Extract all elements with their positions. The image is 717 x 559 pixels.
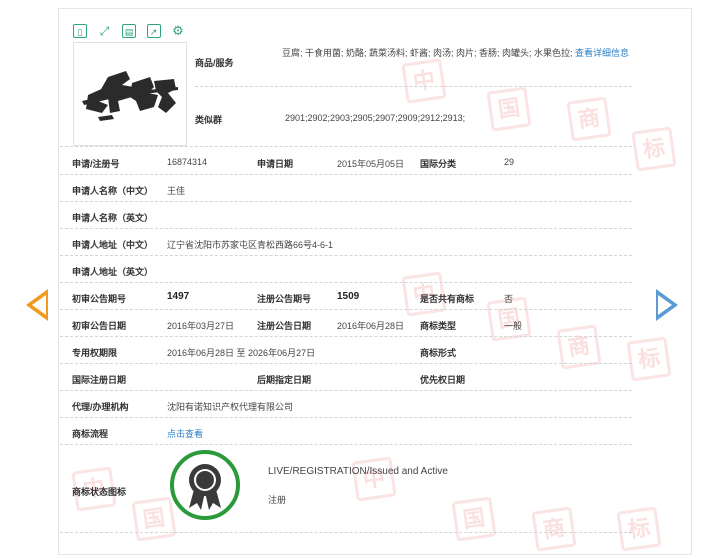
goods-value: 豆腐; 干食用菌; 奶酪; 蔬菜汤料; 虾酱; 肉汤; 肉片; 香肠; 肉罐头;…	[282, 42, 632, 64]
next-arrow-icon[interactable]	[656, 289, 678, 321]
divider	[60, 201, 632, 202]
divider	[60, 390, 632, 391]
similar-group-label: 类似群	[195, 115, 223, 125]
apply-date-label: 申请日期	[257, 159, 294, 169]
exclusive-period-label: 专用权期限	[72, 348, 118, 358]
trademark-image	[73, 42, 187, 146]
watermark: 国	[451, 496, 497, 542]
address-cn-value: 辽宁省沈阳市苏家屯区青松西路66号4-6-1	[167, 240, 334, 250]
later-date-label: 后期指定日期	[257, 375, 312, 385]
process-link[interactable]: 点击查看	[167, 427, 203, 440]
award-ribbon-icon	[189, 464, 221, 510]
address-en-label: 申请人地址（英文）	[72, 267, 154, 277]
watermark: 中	[401, 58, 447, 104]
priority-date-label: 优先权日期	[420, 375, 466, 385]
prelim-date-value: 2016年03月27日	[167, 321, 235, 331]
divider	[195, 86, 632, 87]
status-cn: 注册	[268, 495, 287, 505]
divider	[60, 363, 632, 364]
goods-text: 豆腐; 干食用菌; 奶酪; 蔬菜汤料; 虾酱; 肉汤; 肉片; 香肠; 肉罐头;…	[282, 48, 573, 58]
divider	[60, 417, 632, 418]
prelim-date-label: 初审公告日期	[72, 321, 127, 331]
trademark-logo	[82, 71, 178, 121]
prelim-issue-label: 初审公告期号	[72, 294, 127, 304]
tm-form-label: 商标形式	[420, 348, 457, 358]
divider	[60, 444, 632, 445]
divider	[60, 309, 632, 310]
goods-more-link[interactable]: 查看详细信息	[575, 48, 629, 58]
watermark: 标	[616, 506, 662, 552]
apply-date-value: 2015年05月05日	[337, 159, 405, 169]
divider	[60, 282, 632, 283]
divider	[60, 146, 632, 147]
divider	[60, 228, 632, 229]
agent-label: 代理/办理机构	[72, 402, 129, 412]
address-cn-label: 申请人地址（中文）	[72, 240, 154, 250]
applicant-cn-label: 申请人名称（中文）	[72, 186, 154, 196]
watermark: 国	[131, 496, 177, 542]
reg-no-value: 16874314	[167, 157, 208, 167]
exclusive-period-value: 2016年06月28日 至 2026年06月27日	[167, 348, 316, 358]
save-icon[interactable]: ▤	[122, 24, 136, 38]
watermark: 标	[626, 336, 672, 382]
shared-value: 否	[504, 294, 514, 304]
applicant-en-label: 申请人名称（英文）	[72, 213, 154, 223]
status-label: 商标状态图标	[72, 487, 127, 497]
tm-type-label: 商标类型	[420, 321, 457, 331]
reg-issue-label: 注册公告期号	[257, 294, 312, 304]
agent-value: 沈阳有诺知识产权代理有限公司	[167, 402, 294, 412]
intl-reg-date-label: 国际注册日期	[72, 375, 127, 385]
watermark: 商	[531, 506, 577, 552]
watermark: 标	[631, 126, 677, 172]
previous-arrow-icon[interactable]	[26, 289, 48, 321]
copy-icon[interactable]: ▯	[73, 24, 87, 38]
reg-date-label: 注册公告日期	[257, 321, 312, 331]
divider	[60, 174, 632, 175]
watermark: 商	[566, 96, 612, 142]
shared-label: 是否共有商标	[420, 294, 475, 304]
prelim-issue-value: 1497	[167, 291, 190, 302]
export-icon[interactable]: ↗	[146, 24, 161, 38]
watermark: 中	[351, 456, 397, 502]
expand-icon[interactable]: ⤢	[98, 24, 112, 38]
status-en: LIVE/REGISTRATION/Issued and Active	[268, 466, 448, 477]
divider	[60, 255, 632, 256]
reg-no-label: 申请/注册号	[72, 159, 120, 169]
divider	[60, 532, 632, 533]
divider	[60, 336, 632, 337]
intl-class-label: 国际分类	[420, 159, 457, 169]
settings-icon[interactable]: ⚙	[171, 24, 185, 38]
intl-class-value: 29	[504, 157, 515, 167]
similar-group-value: 2901;2902;2903;2905;2907;2909;2912;2913;	[285, 113, 466, 123]
goods-label: 商品/服务	[195, 58, 234, 68]
applicant-cn-value: 王佳	[167, 186, 186, 196]
watermark: 国	[486, 86, 532, 132]
reg-date-value: 2016年06月28日	[337, 321, 405, 331]
tm-type-value: 一般	[504, 321, 523, 331]
reg-issue-value: 1509	[337, 291, 360, 302]
image-toolbar: ▯ ⤢ ▤ ↗ ⚙	[73, 22, 185, 40]
process-label: 商标流程	[72, 429, 109, 439]
status-badge	[170, 450, 240, 520]
